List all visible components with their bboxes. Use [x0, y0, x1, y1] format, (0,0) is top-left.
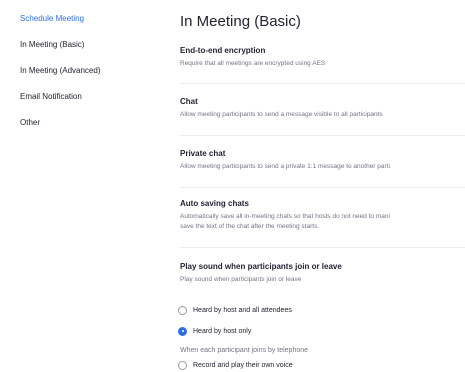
settings-main-panel: In Meeting (Basic) End-to-end encryption… [166, 0, 465, 372]
setting-auto-saving-chats: Auto saving chats Automatically save all… [180, 199, 465, 232]
setting-description: save the text of the chat after the meet… [180, 223, 320, 230]
divider [180, 247, 465, 248]
divider [180, 135, 465, 136]
radio-unchecked-icon[interactable] [178, 360, 187, 370]
setting-description: Require that all meetings are encrypted … [180, 60, 326, 67]
radio-option-host-and-attendees[interactable]: Heard by host and all attendees [178, 303, 292, 317]
sidebar-item-in-meeting-basic[interactable]: In Meeting (Basic) [20, 40, 84, 49]
radio-label: Heard by host only [193, 327, 252, 335]
setting-description: Automatically save all in-meeting chats … [180, 213, 390, 220]
sidebar-item-in-meeting-advanced[interactable]: In Meeting (Advanced) [20, 66, 101, 75]
divider [180, 83, 465, 84]
setting-title: Private chat [180, 149, 226, 158]
setting-description: Allow meeting participants to send a pri… [180, 163, 390, 170]
telephone-note: When each participant joins by telephone [180, 347, 309, 354]
radio-option-record-own-voice[interactable]: Record and play their own voice [178, 358, 293, 372]
sidebar-item-email-notification[interactable]: Email Notification [20, 92, 82, 101]
setting-play-sound-join-leave: Play sound when participants join or lea… [180, 262, 465, 285]
radio-option-host-only[interactable]: Heard by host only [178, 324, 251, 338]
radio-checked-icon[interactable] [178, 326, 187, 336]
radio-label: Record and play their own voice [193, 361, 293, 369]
setting-title: Auto saving chats [180, 199, 249, 208]
setting-description: Allow meeting participants to send a mes… [180, 111, 383, 118]
setting-title: End-to-end encryption [180, 46, 266, 55]
settings-sidebar: Schedule Meeting In Meeting (Basic) In M… [0, 0, 152, 372]
setting-description: Play sound when participants join or lea… [180, 276, 302, 283]
sidebar-item-other[interactable]: Other [20, 118, 40, 127]
divider [180, 187, 465, 188]
setting-title: Chat [180, 97, 198, 106]
radio-label: Heard by host and all attendees [193, 306, 292, 314]
radio-unchecked-icon[interactable] [178, 305, 187, 315]
setting-title: Play sound when participants join or lea… [180, 262, 342, 271]
page-title: In Meeting (Basic) [180, 13, 301, 30]
setting-end-to-end-encryption: End-to-end encryption Require that all m… [180, 46, 465, 69]
setting-chat: Chat Allow meeting participants to send … [180, 97, 465, 120]
sidebar-item-schedule-meeting[interactable]: Schedule Meeting [20, 14, 84, 23]
setting-private-chat: Private chat Allow meeting participants … [180, 149, 465, 172]
